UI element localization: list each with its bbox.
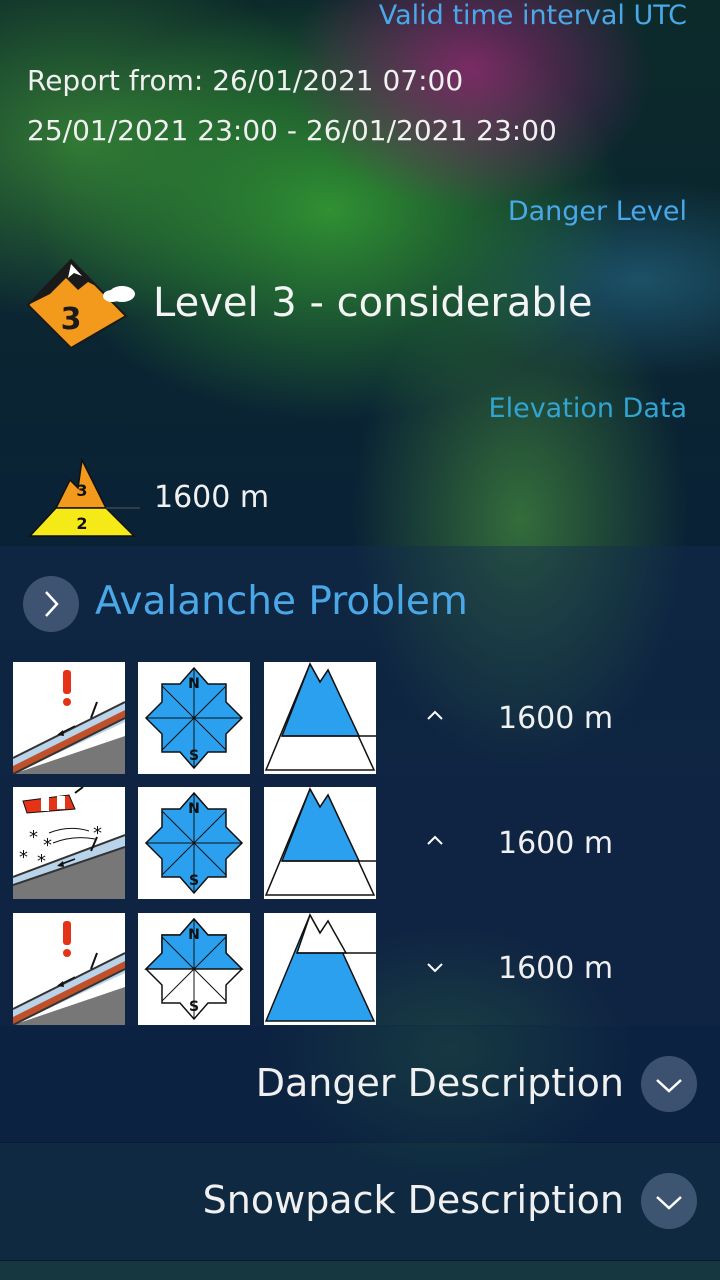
danger-level-link[interactable]: Danger Level bbox=[508, 196, 687, 227]
persistent-weak-layer-icon bbox=[13, 662, 125, 774]
danger-level-number: 3 bbox=[61, 302, 82, 337]
danger-level-3-icon: 3 bbox=[26, 256, 138, 350]
valid-time-interval-link[interactable]: Valid time interval UTC bbox=[379, 0, 687, 31]
danger-level-text: Level 3 - considerable bbox=[153, 280, 593, 326]
compass-south-label: S bbox=[189, 999, 199, 1015]
svg-text:*: * bbox=[93, 823, 102, 844]
elevation-lower-level: 2 bbox=[76, 514, 87, 533]
compass-north-label: N bbox=[188, 676, 200, 692]
problem-elevation: 1600 m bbox=[498, 826, 614, 861]
persistent-weak-layer-icon bbox=[13, 913, 125, 1025]
danger-description-title[interactable]: Danger Description bbox=[256, 1061, 624, 1105]
problem-elevation: 1600 m bbox=[498, 701, 614, 736]
chevron-down-icon[interactable] bbox=[641, 1173, 697, 1229]
snowpack-description-title[interactable]: Snowpack Description bbox=[203, 1178, 624, 1222]
chevron-up-icon bbox=[420, 825, 450, 861]
chevron-down-icon bbox=[420, 952, 450, 988]
aspect-rose-all-icon: N S bbox=[138, 787, 250, 899]
danger-description-section[interactable]: Danger Description bbox=[0, 1025, 720, 1142]
elevation-above-icon bbox=[264, 787, 376, 899]
chevron-up-icon bbox=[420, 700, 450, 736]
snowpack-description-section[interactable]: Snowpack Description bbox=[0, 1143, 720, 1260]
compass-south-label: S bbox=[189, 748, 199, 764]
wind-slab-icon: * * * * * bbox=[13, 787, 125, 899]
svg-text:*: * bbox=[19, 847, 28, 868]
valid-interval-text: 25/01/2021 23:00 - 26/01/2021 23:00 bbox=[27, 114, 557, 147]
next-section-edge bbox=[0, 1261, 720, 1280]
avalanche-problem-title[interactable]: Avalanche Problem bbox=[95, 579, 468, 624]
svg-text:*: * bbox=[37, 851, 46, 872]
elevation-value: 1600 m bbox=[154, 480, 270, 515]
compass-north-label: N bbox=[188, 801, 200, 817]
aspect-rose-north-icon: N S bbox=[138, 913, 250, 1025]
aspect-rose-all-icon: N S bbox=[138, 662, 250, 774]
elevation-above-icon bbox=[264, 662, 376, 774]
elevation-below-icon bbox=[264, 913, 376, 1025]
elevation-upper-level: 3 bbox=[76, 481, 87, 500]
svg-text:*: * bbox=[29, 827, 38, 848]
chevron-down-icon[interactable] bbox=[641, 1056, 697, 1112]
chevron-right-icon[interactable] bbox=[23, 576, 79, 632]
elevation-data-link[interactable]: Elevation Data bbox=[489, 393, 687, 424]
elevation-levels-icon: 3 2 bbox=[28, 457, 140, 538]
problem-elevation: 1600 m bbox=[498, 951, 614, 986]
compass-north-label: N bbox=[188, 927, 200, 943]
report-from-text: Report from: 26/01/2021 07:00 bbox=[27, 64, 464, 97]
compass-south-label: S bbox=[189, 873, 199, 889]
